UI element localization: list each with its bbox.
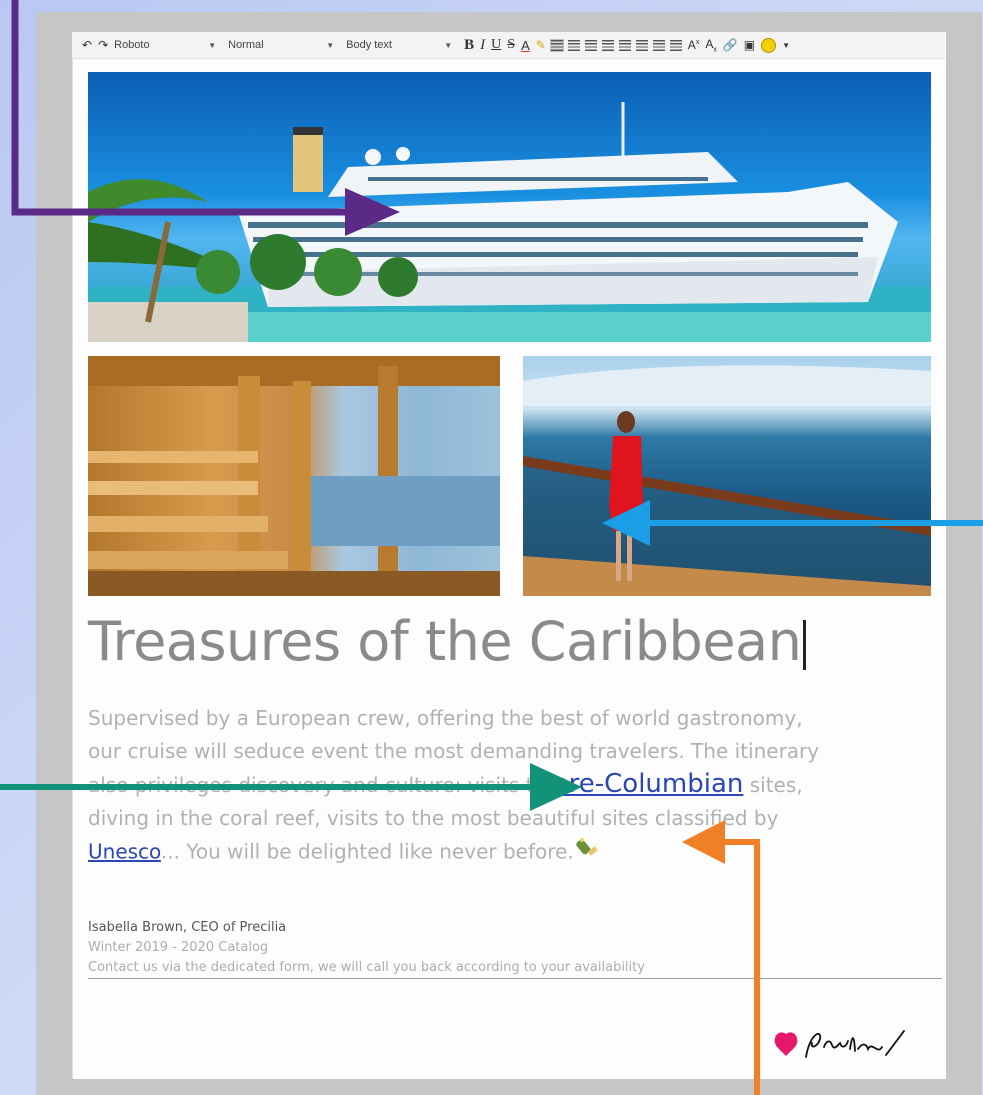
paragraph-line: Supervised by a European crew, offering … (88, 706, 803, 730)
outdent-icon[interactable] (670, 39, 683, 51)
strikethrough-button[interactable]: S (507, 37, 515, 53)
indent-icon[interactable] (653, 39, 666, 51)
champagne-icon (575, 835, 602, 871)
underline-button[interactable]: U (491, 37, 501, 53)
justify-icon[interactable] (602, 39, 615, 51)
deck-woman-image (523, 356, 931, 596)
align-left-icon[interactable] (550, 38, 565, 52)
signature (800, 1025, 910, 1065)
link-icon[interactable]: 🔗 (723, 38, 738, 52)
divider (88, 978, 942, 979)
image-icon[interactable]: ▣ (744, 38, 755, 52)
catalog-line: Winter 2019 - 2020 Catalog (88, 940, 269, 955)
undo-icon[interactable]: ↶ (82, 38, 92, 52)
unesco-link[interactable]: Unesco (88, 840, 161, 864)
redo-icon[interactable]: ↷ (98, 38, 108, 52)
body-paragraph[interactable]: Supervised by a European crew, offering … (88, 702, 933, 871)
cruise-ship-image (88, 72, 931, 342)
text-color-button[interactable]: A (521, 38, 530, 53)
paragraph-text: also privileges discovery and culture: v… (88, 773, 546, 797)
sauna-image (88, 356, 500, 596)
paragraph-line: diving in the coral reef, visits to the … (88, 806, 779, 830)
italic-button[interactable]: I (480, 37, 485, 54)
style-select[interactable]: Body text ▼ (346, 39, 458, 51)
editor-toolbar: ↶ ↷ Roboto ▼ Normal ▼ Body text ▼ B I U … (72, 32, 945, 59)
numbered-list-icon[interactable] (636, 39, 649, 51)
emoji-icon[interactable] (761, 37, 777, 53)
brand-logo (772, 1030, 800, 1058)
font-select-value: Roboto (114, 39, 150, 51)
size-select[interactable]: Normal ▼ (228, 39, 340, 51)
size-select-value: Normal (228, 39, 264, 51)
bold-button[interactable]: B (464, 37, 474, 54)
align-right-icon[interactable] (585, 39, 598, 51)
chevron-down-icon[interactable]: ▼ (782, 41, 790, 50)
pre-columbian-link[interactable]: pre-Columbian (552, 769, 743, 799)
style-select-value: Body text (346, 39, 392, 51)
align-center-icon[interactable] (568, 39, 581, 51)
chevron-down-icon: ▼ (208, 40, 217, 50)
text-cursor (803, 620, 807, 671)
paragraph-text: ... You will be delighted like never bef… (160, 839, 574, 864)
page-title[interactable]: Treasures of the Caribbean (88, 610, 938, 673)
highlight-icon[interactable]: ✎ (536, 38, 546, 52)
chevron-down-icon: ▼ (326, 40, 335, 50)
superscript-icon[interactable]: Ax (688, 38, 700, 52)
chevron-down-icon: ▼ (444, 40, 453, 50)
subscript-icon[interactable]: Ax (705, 37, 717, 53)
author-line: Isabella Brown, CEO of Precilia (88, 920, 287, 935)
contact-line: Contact us via the dedicated form, we wi… (88, 960, 645, 975)
paragraph-line: Unesco... You will be delighted like nev… (88, 835, 933, 871)
page-title-text: Treasures of the Caribbean (88, 610, 802, 673)
paragraph-line: also privileges discovery and culture: v… (88, 768, 933, 802)
footer: Isabella Brown, CEO of Precilia Winter 2… (88, 918, 933, 978)
paragraph-text: sites, (743, 773, 803, 797)
font-select[interactable]: Roboto ▼ (114, 39, 222, 51)
bullet-list-icon[interactable] (619, 39, 632, 51)
paragraph-line: our cruise will seduce event the most de… (88, 739, 820, 763)
